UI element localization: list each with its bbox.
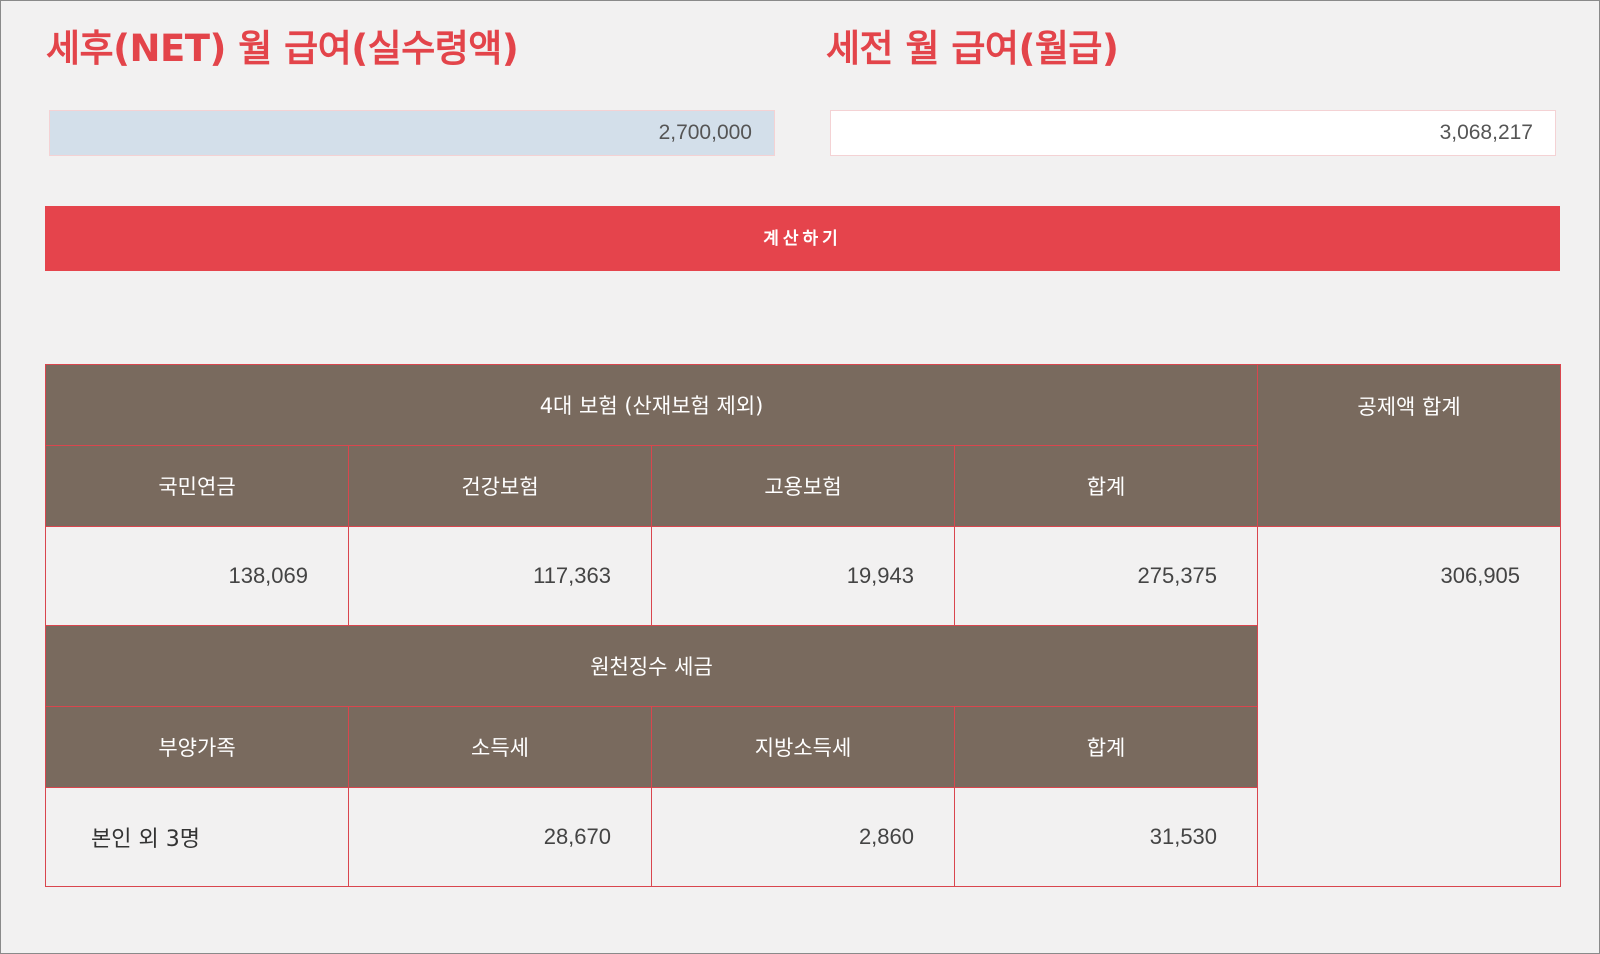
- dependents-select[interactable]: 본인 외 3명: [45, 787, 349, 887]
- calculate-button[interactable]: 계산하기: [45, 206, 1560, 271]
- employment-insurance-header: 고용보험: [651, 445, 955, 527]
- health-insurance-value: 117,363: [348, 526, 652, 626]
- gross-salary-input[interactable]: 3,068,217: [830, 110, 1556, 156]
- net-salary-heading: 세후(NET) 월 급여(실수령액): [46, 27, 519, 70]
- insurance-header: 4대 보험 (산재보험 제외): [44, 364, 1259, 446]
- insurance-sum-value: 275,375: [953, 526, 1259, 626]
- tax-sum-value: 31,530: [953, 787, 1259, 887]
- employment-insurance-value: 19,943: [651, 526, 955, 626]
- tax-sum-header: 합계: [953, 706, 1259, 788]
- withholding-tax-header: 원천징수 세금: [44, 625, 1259, 707]
- net-salary-input[interactable]: 2,700,000: [49, 110, 775, 156]
- deduction-table: 4대 보험 (산재보험 제외) 공제액 합계 국민연금 건강보험 고용보험 합계…: [44, 364, 1562, 887]
- deduction-total-value: 306,905: [1257, 526, 1562, 887]
- dependents-header: 부양가족: [45, 706, 349, 788]
- national-pension-value: 138,069: [45, 526, 349, 626]
- insurance-sum-header: 합계: [953, 445, 1259, 527]
- income-tax-header: 소득세: [348, 706, 652, 788]
- local-income-tax-header: 지방소득세: [651, 706, 955, 788]
- income-tax-value: 28,670: [348, 787, 652, 887]
- gross-salary-heading: 세전 월 급여(월급): [826, 27, 1119, 70]
- national-pension-header: 국민연금: [45, 445, 349, 527]
- health-insurance-header: 건강보험: [348, 445, 652, 527]
- local-income-tax-value: 2,860: [651, 787, 955, 887]
- deduction-total-header: 공제액 합계: [1257, 364, 1562, 527]
